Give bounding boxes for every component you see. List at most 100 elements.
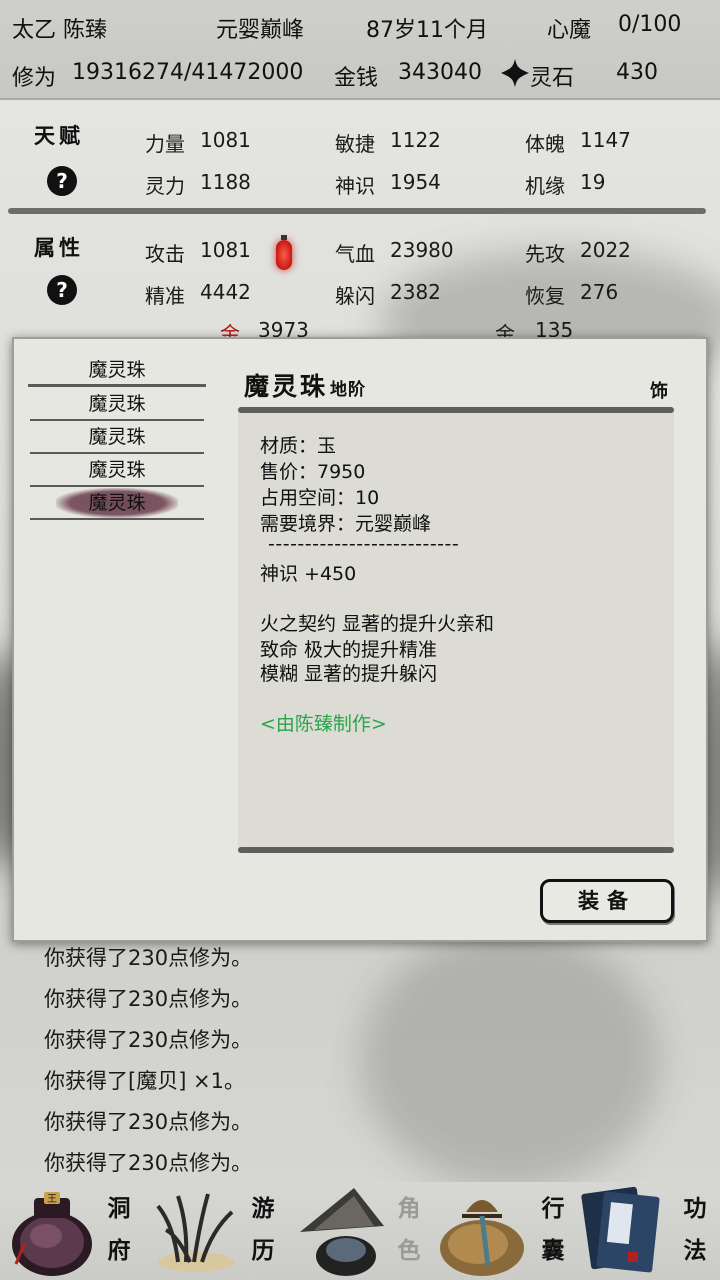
cave-pouch-icon: 王 xyxy=(12,1192,92,1276)
lantern-icon xyxy=(276,235,292,270)
detail-maker: <由陈臻制作> xyxy=(260,713,387,735)
stat-value: 4442 xyxy=(200,280,251,304)
stat-value: 2022 xyxy=(580,238,631,262)
stat-value: 19 xyxy=(580,170,606,194)
xiuwei-label: 修为 xyxy=(12,66,57,91)
age-text: 87岁11个月 xyxy=(366,18,488,43)
stat-label: 躲闪 xyxy=(335,284,375,308)
detail-material: 材质：玉 xyxy=(260,435,337,457)
xinmo-label: 心魔 xyxy=(547,18,592,43)
item-list-entry[interactable]: 魔灵珠 xyxy=(30,389,204,421)
stat-value: 2382 xyxy=(390,280,441,304)
log-line: 你获得了230点修为。 xyxy=(44,1110,253,1134)
nav-youli-label-2: 历 xyxy=(251,1237,275,1264)
nav-juese-label-1: 角 xyxy=(397,1195,421,1222)
section-divider xyxy=(8,208,706,214)
item-list-label: 魔灵珠 xyxy=(88,393,146,415)
stat-value: 1122 xyxy=(390,128,441,152)
xiuwei-value: 19316274/41472000 xyxy=(72,60,304,85)
item-list-label: 魔灵珠 xyxy=(88,359,146,381)
item-name: 魔灵珠 xyxy=(244,372,329,401)
detail-effect: 模糊 显著的提升躲闪 xyxy=(260,663,438,685)
nav-juese-label-2: 色 xyxy=(397,1237,421,1264)
money-label: 金钱 xyxy=(334,66,379,91)
stat-label: 攻击 xyxy=(145,242,185,266)
stat-label: 先攻 xyxy=(525,242,565,266)
item-grade: 地阶 xyxy=(330,380,367,400)
stat-value: 1954 xyxy=(390,170,441,194)
books-icon xyxy=(581,1186,660,1273)
nav-gongfa-label-2: 法 xyxy=(683,1237,707,1264)
nav-gongfa-label-1: 功 xyxy=(683,1195,707,1222)
talent-help-icon[interactable]: ? xyxy=(47,166,77,196)
stat-value: 1081 xyxy=(200,238,251,262)
detail-effect: 火之契约 显著的提升火亲和 xyxy=(260,613,495,635)
log-line: 你获得了230点修为。 xyxy=(44,1151,253,1175)
character-name: 太乙 陈臻 xyxy=(12,18,107,43)
log-line: 你获得了230点修为。 xyxy=(44,946,253,970)
stat-label: 力量 xyxy=(145,132,185,156)
nav-gongfa[interactable] xyxy=(580,1182,672,1280)
nav-youli-label-1: 游 xyxy=(251,1195,275,1222)
item-list-label: 魔灵珠 xyxy=(56,488,178,518)
status-bar: 太乙 陈臻 元婴巅峰 87岁11个月 心魔 0/100 修为 19316274/… xyxy=(0,0,720,100)
nav-dongfu[interactable]: 王 xyxy=(6,1184,102,1280)
detail-bonus: 神识 +450 xyxy=(260,563,357,585)
stat-value: 23980 xyxy=(390,238,454,262)
xinmo-value: 0/100 xyxy=(618,12,682,37)
stat-label: 敏捷 xyxy=(335,132,375,156)
log-line: 你获得了230点修为。 xyxy=(44,1028,253,1052)
stat-label: 精准 xyxy=(145,284,185,308)
nav-juese[interactable] xyxy=(294,1182,390,1280)
item-list-entry-selected[interactable]: 魔灵珠 xyxy=(30,488,204,520)
detail-realm-requirement: 需要境界：元婴巅峰 xyxy=(260,513,432,535)
ink-wash-decoration xyxy=(360,930,660,1190)
log-line: 你获得了[魔贝] ×1。 xyxy=(44,1069,246,1093)
detail-effect: 致命 极大的提升精准 xyxy=(260,639,438,661)
lingshi-label: 灵石 xyxy=(530,66,575,91)
stat-value: 1081 xyxy=(200,128,251,152)
nav-xingnang[interactable] xyxy=(432,1182,532,1280)
item-list-label: 魔灵珠 xyxy=(88,459,146,481)
stat-value: 1188 xyxy=(200,170,251,194)
talent-title: 天赋 xyxy=(34,123,84,148)
item-list-entry[interactable]: 魔灵珠 xyxy=(30,422,204,454)
stat-label: 神识 xyxy=(335,174,375,198)
lingshi-value: 430 xyxy=(616,60,658,85)
detail-separator: -------------------------- xyxy=(268,533,460,555)
detail-space: 占用空间：10 xyxy=(260,487,380,509)
item-list-entry[interactable]: 魔灵珠 xyxy=(30,455,204,487)
nav-xingnang-label-1: 行 xyxy=(541,1195,565,1222)
attributes-title: 属性 xyxy=(34,235,84,260)
lingshi-icon xyxy=(501,59,529,87)
log-line: 你获得了230点修为。 xyxy=(44,987,253,1011)
stat-value: 1147 xyxy=(580,128,631,152)
stat-label: 灵力 xyxy=(145,174,185,198)
nav-xingnang-label-2: 囊 xyxy=(541,1237,565,1264)
bag-icon xyxy=(440,1200,524,1276)
nav-dongfu-label-2: 府 xyxy=(107,1237,131,1264)
stat-label: 气血 xyxy=(335,242,375,266)
straw-hat-icon xyxy=(300,1188,384,1276)
item-slot: 饰 xyxy=(650,381,668,402)
attributes-help-icon[interactable]: ? xyxy=(47,275,77,305)
item-list-entry[interactable]: 魔灵珠 xyxy=(28,355,206,387)
money-value: 343040 xyxy=(398,60,482,85)
item-detail-dialog: 魔灵珠 魔灵珠 魔灵珠 魔灵珠 魔灵珠 魔灵珠 地阶 饰 材质：玉 售价：7950… xyxy=(12,337,708,942)
detail-bottom-rule xyxy=(238,847,674,853)
stat-label: 恢复 xyxy=(525,284,565,308)
stat-value: 276 xyxy=(580,280,619,304)
item-list-label: 魔灵珠 xyxy=(88,426,146,448)
svg-text:王: 王 xyxy=(47,1194,57,1205)
detail-price: 售价：7950 xyxy=(260,461,366,483)
equip-button[interactable]: 装备 xyxy=(540,879,674,923)
grass-icon xyxy=(156,1193,234,1272)
stat-label: 机缘 xyxy=(525,174,565,198)
nav-dongfu-label-1: 洞 xyxy=(107,1195,131,1222)
item-detail-panel: 材质：玉 售价：7950 占用空间：10 需要境界：元婴巅峰 ---------… xyxy=(238,413,674,849)
stat-label: 体魄 xyxy=(525,132,565,156)
realm-text: 元婴巅峰 xyxy=(216,18,305,43)
bottom-nav: 王 洞 府 游 历 角 色 行 囊 功 法 xyxy=(0,1182,720,1280)
item-title: 魔灵珠 地阶 xyxy=(244,367,366,403)
nav-youli[interactable] xyxy=(148,1186,244,1280)
